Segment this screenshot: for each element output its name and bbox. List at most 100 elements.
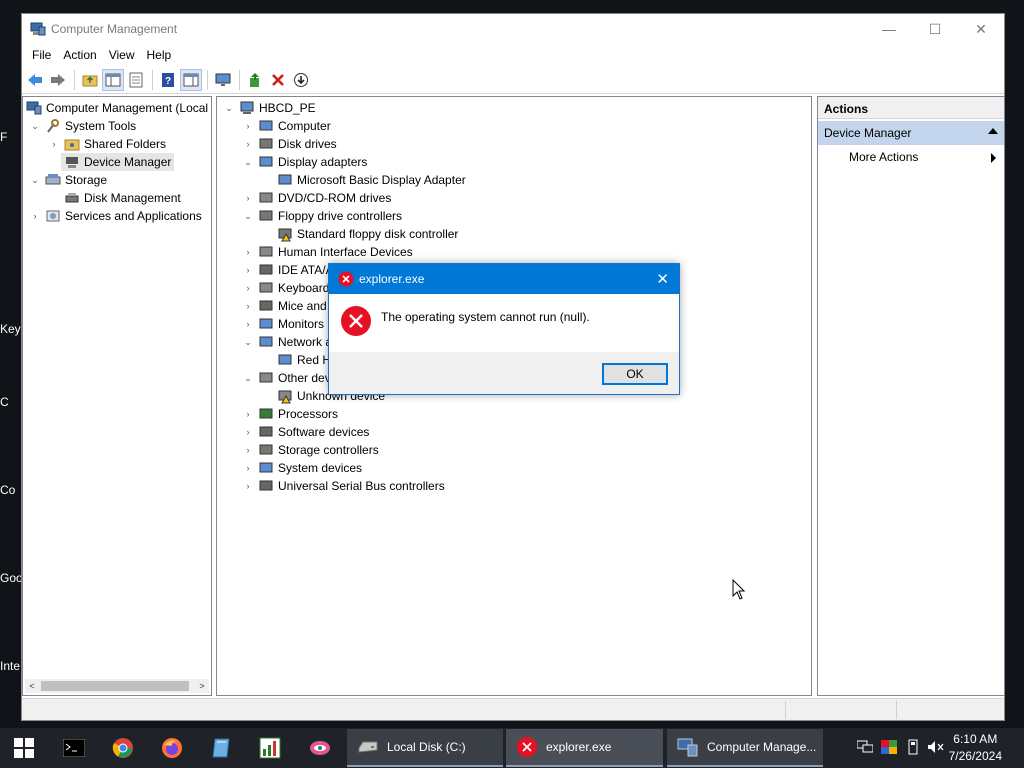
device-category-row[interactable]: › Human Interface Devices xyxy=(242,243,413,261)
device-tree-root[interactable]: ⌄ HBCD_PE xyxy=(223,99,315,117)
ok-button[interactable]: OK xyxy=(602,363,668,385)
expand-chevron-icon[interactable]: › xyxy=(48,138,60,150)
expand-chevron-icon[interactable]: › xyxy=(242,462,254,474)
collapse-chevron-icon[interactable]: ⌄ xyxy=(29,120,41,132)
expand-chevron-icon[interactable]: › xyxy=(242,408,254,420)
desktop-icon-label[interactable]: Key xyxy=(0,322,21,336)
device-category-row[interactable]: ⌄ Display adapters xyxy=(242,153,367,171)
device-category-row[interactable]: › Monitors xyxy=(242,315,325,333)
device-category-row[interactable]: ⌄ Network a xyxy=(242,333,332,351)
taskbar-button-explorer-exe[interactable]: explorer.exe xyxy=(506,729,663,767)
back-arrow-icon[interactable] xyxy=(24,69,46,91)
device-category-row[interactable]: › Mice and xyxy=(242,297,327,315)
device-category-row[interactable]: › Software devices xyxy=(242,423,370,441)
expand-chevron-icon[interactable]: › xyxy=(242,318,254,330)
device-category-row[interactable]: › DVD/CD-ROM drives xyxy=(242,189,392,207)
menu-action[interactable]: Action xyxy=(57,48,102,62)
update-driver-icon[interactable] xyxy=(244,69,266,91)
chart-tool-icon[interactable] xyxy=(256,734,284,762)
scroll-left-icon[interactable]: < xyxy=(25,679,39,693)
expand-chevron-icon[interactable]: › xyxy=(242,192,254,204)
menu-view[interactable]: View xyxy=(103,48,141,62)
desktop-icon-label[interactable]: C xyxy=(0,395,9,409)
scrollbar-thumb[interactable] xyxy=(41,681,189,691)
expand-chevron-icon[interactable]: › xyxy=(242,120,254,132)
expand-chevron-icon[interactable]: › xyxy=(242,246,254,258)
maximize-button[interactable]: ☐ xyxy=(912,14,958,44)
collapse-chevron-icon[interactable]: ⌄ xyxy=(242,210,254,222)
expand-chevron-icon[interactable]: › xyxy=(242,300,254,312)
tree-item-services-and-applications[interactable]: › Services and Applications xyxy=(29,207,202,225)
usb-tray-icon[interactable] xyxy=(904,738,922,756)
actions-item-more-actions[interactable]: More Actions xyxy=(818,145,1004,169)
command-prompt-icon[interactable] xyxy=(60,734,88,762)
menu-file[interactable]: File xyxy=(26,48,57,62)
dialog-close-icon[interactable]: ✕ xyxy=(656,270,669,288)
device-category-row[interactable]: › Processors xyxy=(242,405,339,423)
title-bar[interactable]: Computer Management — ☐ ✕ xyxy=(22,14,1004,44)
tree-item-system-tools[interactable]: ⌄ System Tools xyxy=(29,117,136,135)
monitor-icon[interactable] xyxy=(212,69,234,91)
device-category-row[interactable]: › Disk drives xyxy=(242,135,337,153)
horizontal-scrollbar[interactable]: < > xyxy=(25,679,209,693)
minimize-button[interactable]: — xyxy=(866,14,912,44)
disable-device-icon[interactable] xyxy=(290,69,312,91)
expand-chevron-icon[interactable]: › xyxy=(242,426,254,438)
tree-item-device-manager[interactable]: Device Manager xyxy=(61,153,175,171)
device-category-row[interactable]: › Universal Serial Bus controllers xyxy=(242,477,445,495)
expand-chevron-icon[interactable]: › xyxy=(29,210,41,222)
device-row[interactable]: Microsoft Basic Display Adapter xyxy=(277,171,466,189)
actions-section-device-manager[interactable]: Device Manager xyxy=(818,121,1004,145)
device-category-row[interactable]: ⌄ Other dev xyxy=(242,369,330,387)
start-windows-icon[interactable] xyxy=(10,734,38,762)
forward-arrow-icon[interactable] xyxy=(47,69,69,91)
menu-help[interactable]: Help xyxy=(141,48,178,62)
network-tool-icon[interactable] xyxy=(306,734,334,762)
device-category-row[interactable]: › System devices xyxy=(242,459,363,477)
collapse-chevron-icon[interactable]: ⌄ xyxy=(242,156,254,168)
display-tray-icon[interactable] xyxy=(880,738,898,756)
collapse-chevron-icon[interactable]: ⌄ xyxy=(223,102,235,114)
desktop-icon-label[interactable]: Co xyxy=(0,483,15,497)
up-folder-icon[interactable] xyxy=(79,69,101,91)
device-category-row[interactable]: › Storage controllers xyxy=(242,441,379,459)
chrome-icon[interactable] xyxy=(109,734,137,762)
desktop-icon-label[interactable]: Goo xyxy=(0,571,23,585)
device-category-row[interactable]: › Computer xyxy=(242,117,331,135)
taskbar-button-local-disk[interactable]: Local Disk (C:) xyxy=(347,729,503,767)
desktop-icon-label[interactable]: F xyxy=(0,130,7,144)
help-icon[interactable]: ? xyxy=(157,69,179,91)
firefox-icon[interactable] xyxy=(158,734,186,762)
expand-chevron-icon[interactable]: › xyxy=(242,264,254,276)
expand-chevron-icon[interactable]: › xyxy=(242,444,254,456)
dialog-title-bar[interactable]: explorer.exe ✕ xyxy=(329,264,679,294)
tree-item-computer-management[interactable]: Computer Management (Local xyxy=(26,99,208,117)
scroll-right-icon[interactable]: > xyxy=(195,679,209,693)
tree-item-disk-management[interactable]: Disk Management xyxy=(64,189,181,207)
tree-item-storage[interactable]: ⌄ Storage xyxy=(29,171,107,189)
device-row[interactable]: Red H xyxy=(277,351,331,369)
device-category-row[interactable]: ⌄ Floppy drive controllers xyxy=(242,207,402,225)
uninstall-device-icon[interactable] xyxy=(267,69,289,91)
show-action-pane-icon[interactable] xyxy=(180,68,202,91)
collapse-triangle-icon[interactable] xyxy=(988,128,998,134)
properties-icon[interactable] xyxy=(125,69,147,91)
desktop-icon-label[interactable]: Inte xyxy=(0,659,20,673)
collapse-chevron-icon[interactable]: ⌄ xyxy=(242,372,254,384)
expand-chevron-icon[interactable]: › xyxy=(242,480,254,492)
volume-muted-icon[interactable] xyxy=(927,738,945,756)
close-button[interactable]: ✕ xyxy=(958,14,1004,44)
collapse-chevron-icon[interactable]: ⌄ xyxy=(29,174,41,186)
device-category-row[interactable]: › Keyboard xyxy=(242,279,330,297)
tree-item-shared-folders[interactable]: › Shared Folders xyxy=(48,135,167,153)
device-category-row[interactable]: › IDE ATA/A xyxy=(242,261,334,279)
collapse-chevron-icon[interactable]: ⌄ xyxy=(242,336,254,348)
network-tray-icon[interactable] xyxy=(856,738,874,756)
show-hide-console-tree-icon[interactable] xyxy=(102,68,124,91)
explorer-tool-icon[interactable] xyxy=(207,734,235,762)
device-row[interactable]: Standard floppy disk controller xyxy=(277,225,458,243)
taskbar-button-computer-management[interactable]: Computer Manage... xyxy=(667,729,823,767)
expand-chevron-icon[interactable]: › xyxy=(242,282,254,294)
expand-chevron-icon[interactable]: › xyxy=(242,138,254,150)
system-clock[interactable]: 6:10 AM 7/26/2024 xyxy=(949,731,1002,765)
